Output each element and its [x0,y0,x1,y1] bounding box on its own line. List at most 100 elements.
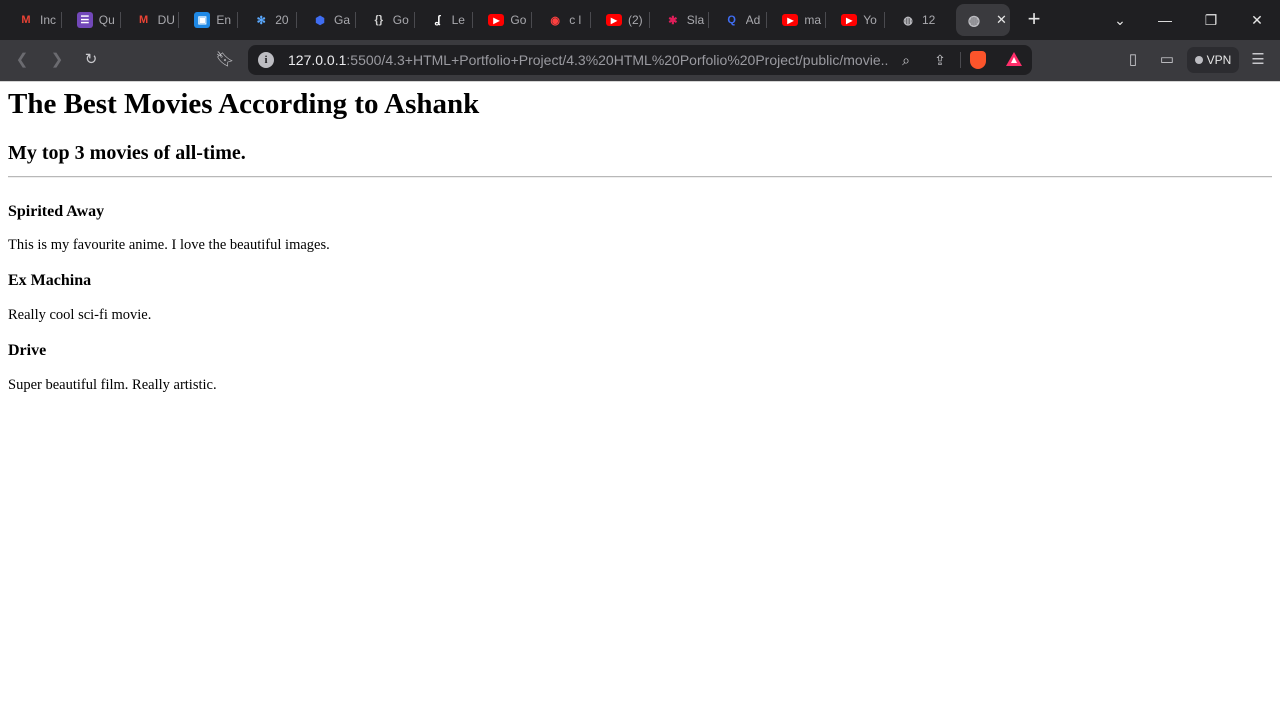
gmail-icon: M [139,14,149,26]
tab[interactable]: ☰ Qu [61,4,121,36]
tab[interactable]: ▶ Go [472,4,532,36]
sidebar-icon[interactable]: ▯ [1121,48,1145,72]
bookmark-icon[interactable]: 🔖︎ [213,48,237,72]
brave-rewards-icon[interactable] [1006,52,1022,66]
zoom-icon[interactable]: ⌕ [896,50,916,70]
youtube-icon: ▶ [606,14,622,26]
movie-description: Super beautiful film. Really artistic. [8,377,217,393]
record-icon: ◉ [550,14,560,27]
globe-icon: ◍ [903,14,913,27]
tab-separator [825,12,827,28]
brave-shields-icon[interactable] [970,51,986,69]
movie-title: Spirited Away [8,203,105,220]
tab[interactable]: ⬢ Ga [296,4,356,36]
tab-separator [178,12,180,28]
movie-title: Ex Machina [8,272,92,289]
wallet-icon[interactable]: ▭ [1155,48,1179,72]
vpn-status-icon [1194,56,1203,64]
classroom-icon: ▣ [194,12,211,28]
new-tab-button[interactable]: + [1022,8,1046,32]
shield-icon: ⬢ [315,14,325,27]
tab-title: 20 [275,13,289,27]
tab-separator [354,12,356,28]
browser-toolbar: ❮ ❯ ↻ 🔖︎ i 127.0.0.1:5500/4.3+HTML+Portf… [0,40,1280,81]
tab-title: DU [157,13,175,27]
tab-separator [707,12,709,28]
tab[interactable]: ▶ (2) [590,4,650,36]
tab-separator [413,12,415,28]
share-icon[interactable]: ⇪ [930,50,950,70]
tab[interactable]: ʆ Le [414,4,474,36]
movie-title: Drive [8,342,47,359]
site-info-icon[interactable]: i [258,52,274,68]
leetcode-icon: ʆ [434,14,441,26]
restore-icon[interactable]: ❐ [1197,6,1225,34]
tab-title: Inc [40,13,57,27]
reload-icon[interactable]: ↻ [79,48,103,72]
slack-icon: ✱ [668,14,678,27]
tab[interactable]: ▶ Yo [825,4,885,36]
movie-description: Really cool sci-fi movie. [8,307,152,323]
tab[interactable]: ▶ ma [766,4,826,36]
page-content: The Best Movies According to Ashank My t… [0,81,1280,721]
tab-title: Go [510,13,527,27]
back-icon[interactable]: ❮ [10,48,34,72]
tab-title: Go [392,13,409,27]
tab-title: Qu [98,13,115,27]
close-tab-icon[interactable]: ✕ [996,12,1007,28]
tab-separator [590,12,591,28]
youtube-icon: ▶ [841,14,858,26]
braces-icon: {} [374,14,384,26]
youtube-icon: ▶ [782,14,799,26]
search-q-icon: Q [727,14,736,26]
tab-title: Yo [863,13,877,27]
tab-title: Le [451,13,465,27]
movie-description: This is my favourite anime. I love the b… [8,237,330,253]
tab[interactable]: Q Ad [708,4,768,36]
tab-title: Ga [334,13,351,27]
tab-title: Sla [686,13,705,27]
menu-icon[interactable]: ☰ [1246,48,1270,72]
tab-title: En [216,13,232,27]
tab-separator [648,12,650,28]
tab-title: ma [804,13,822,27]
tab[interactable]: ✻ 20 [237,4,297,36]
page-subtitle: My top 3 movies of all-time. [8,142,246,164]
divider [8,176,1272,178]
forward-icon[interactable]: ❯ [45,48,69,72]
tab-separator [766,12,768,28]
url-text[interactable]: 127.0.0.1:5500/4.3+HTML+Portfolio+Projec… [288,52,888,68]
tab[interactable]: {} Go [355,4,415,36]
address-bar[interactable]: i 127.0.0.1:5500/4.3+HTML+Portfolio+Proj… [248,45,1032,75]
tab[interactable]: ◍ 12 [884,4,944,36]
tab-active[interactable]: ◍ ✕ [956,4,1010,36]
page-title: The Best Movies According to Ashank [8,88,480,120]
minimize-icon[interactable]: — [1151,6,1179,34]
tab-title: 12 [922,13,936,27]
gmail-icon: M [21,14,31,26]
forms-icon: ☰ [76,12,93,28]
tab[interactable]: M DU [120,4,180,36]
vpn-button[interactable]: VPN [1187,47,1239,73]
tab-separator [119,12,121,28]
atom-icon: ✻ [256,14,266,27]
omnibox-divider [960,52,961,68]
tab[interactable]: M Inc [2,4,62,36]
tab[interactable]: ◉ c l [531,4,591,36]
tab-separator [60,12,62,28]
tab-title: (2) [628,13,643,27]
tab-title: Ad [745,13,761,27]
tab-separator [472,12,474,28]
tab-search-icon[interactable]: ⌄ [1106,6,1134,34]
tab[interactable]: ✱ Sla [649,4,709,36]
youtube-icon: ▶ [488,14,505,26]
tab-title: c l [569,13,582,27]
globe-icon: ◍ [967,11,981,28]
tab-separator [531,12,533,28]
tab-strip: M Inc ☰ Qu M DU ▣ En ✻ 20 ⬢ Ga {} Go ʆ Le ▶ Go ◉ c l ▶ (2) ✱ Sl… [0,0,1280,40]
tab[interactable]: ▣ En [178,4,238,36]
close-window-icon[interactable]: ✕ [1243,6,1271,34]
tab-separator [237,12,239,28]
tab-separator [296,12,297,28]
tab-separator [884,12,885,28]
